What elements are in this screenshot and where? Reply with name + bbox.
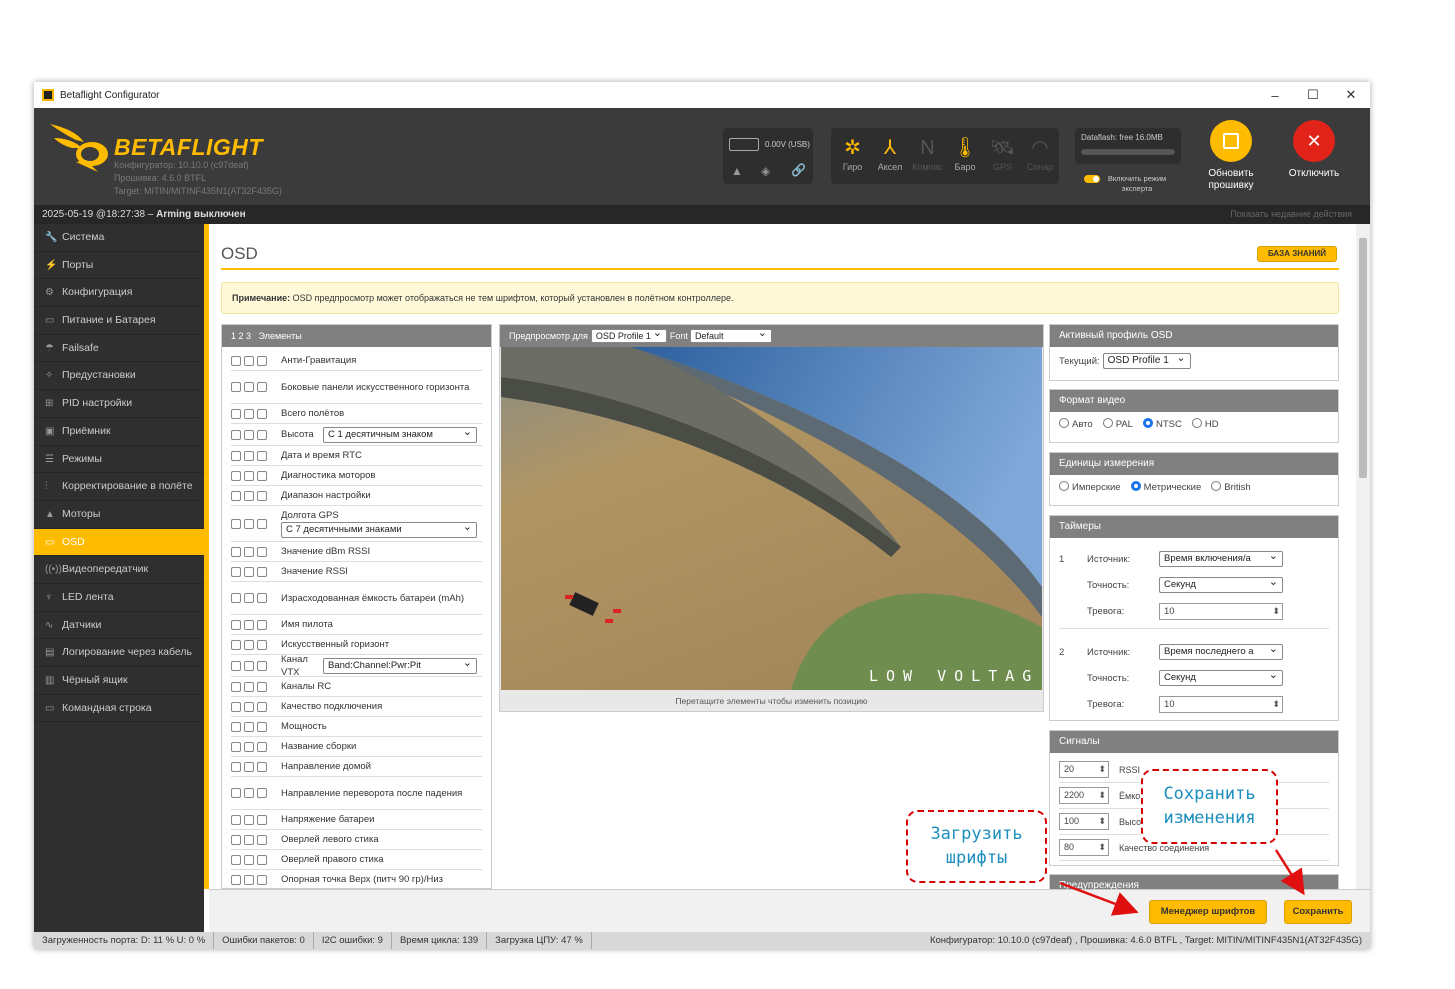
arrow-to-font-manager — [1059, 881, 1139, 916]
callout-arrows — [1059, 849, 1305, 916]
arrow-to-save — [1274, 849, 1305, 896]
